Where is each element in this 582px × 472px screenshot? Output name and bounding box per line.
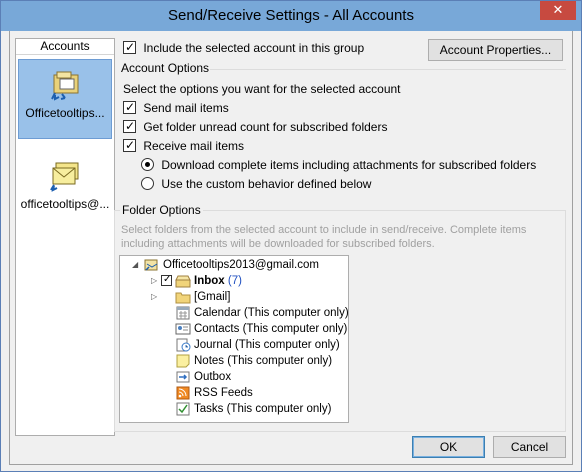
- notes-label: Notes (This computer only): [194, 355, 333, 367]
- account-label: officetooltips@...: [20, 197, 110, 211]
- accounts-header: Accounts: [16, 39, 114, 55]
- folder-tree: ◢ Officetooltips2013@gmail.com ▷ ✓ Inbox…: [119, 255, 349, 423]
- account-properties-button[interactable]: Account Properties...: [428, 39, 563, 61]
- receive-mail-label: Receive mail items: [143, 138, 245, 153]
- folder-options-description: Select folders from the selected account…: [121, 223, 561, 251]
- journal-icon: [176, 338, 191, 352]
- ok-button[interactable]: OK: [412, 436, 485, 458]
- inbox-count: (7): [227, 275, 242, 287]
- dialog-window: Send/Receive Settings - All Accounts ✕ A…: [0, 0, 582, 472]
- tree-node-outbox[interactable]: Outbox: [175, 369, 231, 385]
- contacts-label: Contacts (This computer only): [194, 323, 348, 335]
- account-mailbox-icon: [144, 259, 158, 271]
- tree-node-rss[interactable]: RSS Feeds: [175, 385, 253, 401]
- account-item-officetooltips-email[interactable]: officetooltips@...: [18, 151, 112, 231]
- cancel-button[interactable]: Cancel: [493, 436, 566, 458]
- folder-unread-checkbox[interactable]: ✓: [123, 119, 136, 134]
- tree-node-calendar[interactable]: Calendar (This computer only): [175, 305, 349, 321]
- notes-icon: [176, 354, 190, 368]
- tree-node-contacts[interactable]: Contacts (This computer only): [175, 321, 347, 337]
- include-account-checkbox-row[interactable]: ✓ Include the selected account in this g…: [123, 39, 364, 55]
- folder-options-desc-line1: Select folders from the selected account…: [121, 224, 527, 236]
- inbox-icon: [175, 275, 191, 288]
- journal-label: Journal (This computer only): [194, 339, 340, 351]
- folder-options-desc-line2: including attachments will be downloaded…: [121, 238, 435, 250]
- dialog-content: Accounts Officetooltips... officetooltip…: [9, 31, 573, 465]
- folder-unread-label: Get folder unread count for subscribed f…: [143, 119, 388, 134]
- account-options-title: Account Options: [121, 61, 210, 75]
- account-label: Officetooltips...: [25, 106, 105, 120]
- download-complete-label: Download complete items including attach…: [161, 157, 537, 172]
- receive-mail-row[interactable]: ✓ Receive mail items: [123, 137, 244, 153]
- tree-node-inbox[interactable]: ✓ Inbox (7): [161, 273, 242, 289]
- inbox-label: Inbox: [194, 275, 225, 287]
- tree-root-label: Officetooltips2013@gmail.com: [163, 259, 319, 271]
- tree-node-gmail[interactable]: [Gmail]: [175, 289, 230, 305]
- tree-node-notes[interactable]: Notes (This computer only): [175, 353, 332, 369]
- send-mail-row[interactable]: ✓ Send mail items: [123, 99, 229, 115]
- account-options-subtitle: Select the options you want for the sele…: [123, 81, 401, 97]
- folder-icon: [175, 292, 191, 304]
- rss-feed-icon: [176, 386, 190, 400]
- contacts-icon: [175, 323, 191, 335]
- folder-unread-row[interactable]: ✓ Get folder unread count for subscribed…: [123, 118, 387, 134]
- outbox-icon: [176, 371, 190, 383]
- send-mail-label: Send mail items: [143, 100, 229, 115]
- expand-arrow-icon[interactable]: ▷: [151, 273, 157, 289]
- close-button[interactable]: ✕: [540, 1, 576, 20]
- account-envelope-icon: [50, 162, 79, 192]
- gmail-label: [Gmail]: [194, 291, 231, 303]
- receive-mail-checkbox[interactable]: ✓: [123, 138, 136, 153]
- custom-behavior-label: Use the custom behavior defined below: [161, 176, 372, 191]
- send-mail-checkbox[interactable]: ✓: [123, 100, 136, 115]
- tree-node-root[interactable]: Officetooltips2013@gmail.com: [144, 257, 319, 273]
- expand-arrow-icon[interactable]: ▷: [151, 289, 157, 305]
- outbox-label: Outbox: [194, 371, 232, 383]
- calendar-icon: [176, 306, 190, 320]
- rss-label: RSS Feeds: [194, 387, 253, 399]
- account-options-subtitle-text: Select the options you want for the sele…: [123, 82, 401, 96]
- custom-behavior-row[interactable]: Use the custom behavior defined below: [141, 175, 371, 191]
- window-title: Send/Receive Settings - All Accounts: [168, 7, 414, 24]
- title-bar: Send/Receive Settings - All Accounts ✕: [1, 1, 581, 31]
- tasks-label: Tasks (This computer only): [194, 403, 332, 415]
- accounts-list: Accounts Officetooltips... officetooltip…: [15, 38, 115, 436]
- account-item-officetooltips[interactable]: Officetooltips...: [18, 59, 112, 139]
- tree-node-journal[interactable]: Journal (This computer only): [175, 337, 340, 353]
- include-account-label: Include the selected account in this gro…: [143, 40, 365, 55]
- tasks-icon: [176, 402, 190, 416]
- folder-options-title: Folder Options: [120, 203, 203, 217]
- download-complete-row[interactable]: Download complete items including attach…: [141, 156, 536, 172]
- calendar-label: Calendar (This computer only): [194, 307, 349, 319]
- custom-behavior-radio[interactable]: [141, 177, 154, 191]
- download-complete-radio[interactable]: [141, 158, 154, 172]
- collapse-arrow-icon[interactable]: ◢: [132, 257, 138, 273]
- tree-node-tasks[interactable]: Tasks (This computer only): [175, 401, 331, 417]
- include-account-checkbox[interactable]: ✓: [123, 40, 136, 55]
- inbox-checkbox[interactable]: ✓: [161, 274, 172, 287]
- account-options-divider: [210, 69, 566, 70]
- account-folder-icon: [51, 71, 79, 101]
